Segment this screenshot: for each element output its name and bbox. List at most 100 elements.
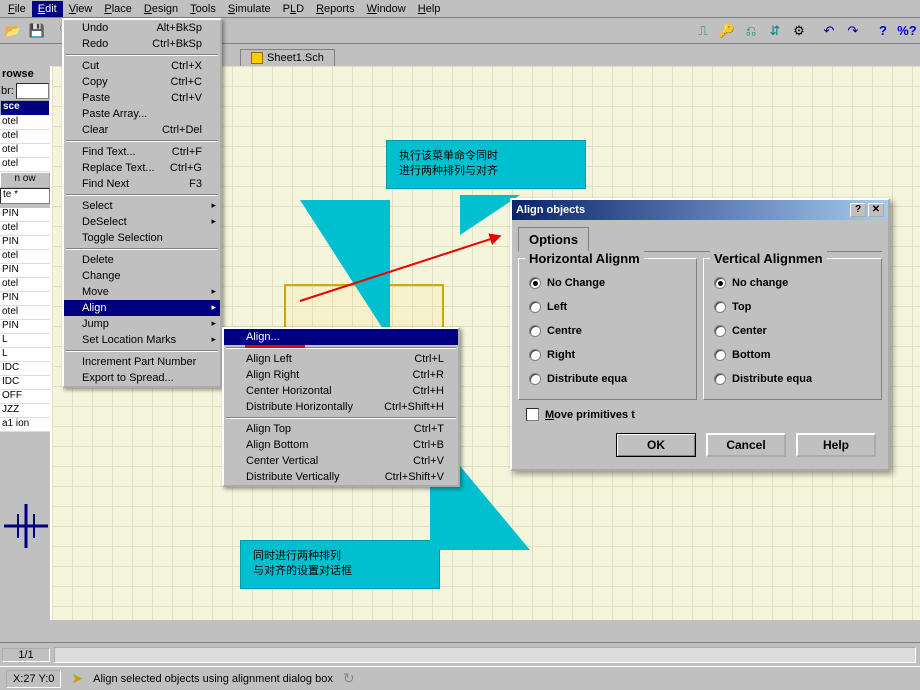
- mi-inc-part[interactable]: Increment Part Number: [64, 354, 220, 370]
- btn-n[interactable]: n ow: [0, 172, 50, 188]
- list-item[interactable]: L: [0, 348, 50, 362]
- mi-align-left[interactable]: Align LeftCtrl+L: [224, 351, 458, 367]
- mi-paste[interactable]: PasteCtrl+V: [64, 90, 220, 106]
- list-header-selected[interactable]: sce: [0, 100, 50, 116]
- mi-align-dialog[interactable]: Align...: [224, 329, 458, 345]
- radio-h-right[interactable]: Right: [527, 343, 688, 367]
- dialog-help-button[interactable]: ?: [850, 203, 866, 217]
- mi-find[interactable]: Find Text...Ctrl+F: [64, 144, 220, 160]
- radio-v-distribute[interactable]: Distribute equa: [712, 367, 873, 391]
- mi-move[interactable]: Move: [64, 284, 220, 300]
- menu-file[interactable]: File: [2, 1, 32, 17]
- undo-icon[interactable]: ↶: [818, 20, 840, 42]
- repeat-icon: ↻: [343, 670, 355, 687]
- mi-setloc[interactable]: Set Location Marks: [64, 332, 220, 348]
- key-icon[interactable]: 🔑: [716, 20, 738, 42]
- menu-place[interactable]: Place: [98, 1, 138, 17]
- menu-view[interactable]: View: [63, 1, 99, 17]
- mi-paste-array[interactable]: Paste Array...: [64, 106, 220, 122]
- mi-change[interactable]: Change: [64, 268, 220, 284]
- mi-copy[interactable]: CopyCtrl+C: [64, 74, 220, 90]
- mi-distribute-vertical[interactable]: Distribute VerticallyCtrl+Shift+V: [224, 469, 458, 485]
- radio-h-distribute[interactable]: Distribute equa: [527, 367, 688, 391]
- br-combo[interactable]: [16, 83, 49, 99]
- list-item[interactable]: JZZ: [0, 404, 50, 418]
- sheet-nav-bar: 1/1: [0, 642, 920, 666]
- mi-select[interactable]: Select: [64, 198, 220, 214]
- list-item[interactable]: otel: [0, 158, 50, 172]
- list-item[interactable]: otel: [0, 306, 50, 320]
- list-item[interactable]: a1 ion: [0, 418, 50, 432]
- mi-align-top[interactable]: Align TopCtrl+T: [224, 421, 458, 437]
- mi-replace[interactable]: Replace Text...Ctrl+G: [64, 160, 220, 176]
- save-icon[interactable]: 💾: [26, 20, 48, 42]
- menu-tools[interactable]: Tools: [184, 1, 222, 17]
- menu-reports[interactable]: Reports: [310, 1, 361, 17]
- mi-center-vertical[interactable]: Center VerticalCtrl+V: [224, 453, 458, 469]
- list-item[interactable]: L: [0, 334, 50, 348]
- mi-toggle[interactable]: Toggle Selection: [64, 230, 220, 246]
- horizontal-scrollbar[interactable]: [54, 647, 916, 663]
- radio-v-nochange[interactable]: No change: [712, 271, 873, 295]
- radio-v-center[interactable]: Center: [712, 319, 873, 343]
- list-item[interactable]: PIN: [0, 292, 50, 306]
- mi-cut[interactable]: CutCtrl+X: [64, 58, 220, 74]
- mi-clear[interactable]: ClearCtrl+Del: [64, 122, 220, 138]
- mi-undo[interactable]: UndoAlt+BkSp: [64, 20, 220, 36]
- dialog-close-button[interactable]: ✕: [868, 203, 884, 217]
- radio-v-bottom[interactable]: Bottom: [712, 343, 873, 367]
- list-item[interactable]: IDC: [0, 376, 50, 390]
- menu-edit[interactable]: Edit: [32, 1, 63, 17]
- mi-deselect[interactable]: DeSelect: [64, 214, 220, 230]
- list-item[interactable]: PIN: [0, 208, 50, 222]
- page-indicator[interactable]: 1/1: [2, 648, 50, 662]
- list-item[interactable]: PIN: [0, 264, 50, 278]
- updown-icon[interactable]: ⇵: [764, 20, 786, 42]
- tool-icon[interactable]: ⚙: [788, 20, 810, 42]
- mi-center-horizontal[interactable]: Center HorizontalCtrl+H: [224, 383, 458, 399]
- mi-find-next[interactable]: Find NextF3: [64, 176, 220, 192]
- list-item[interactable]: otel: [0, 116, 50, 130]
- list-item[interactable]: IDC: [0, 362, 50, 376]
- mi-align[interactable]: Align: [64, 300, 220, 316]
- radio-v-top[interactable]: Top: [712, 295, 873, 319]
- annotation-callout-1: 执行该菜单命令同时进行两种排列与对齐: [386, 140, 586, 189]
- radio-h-centre[interactable]: Centre: [527, 319, 688, 343]
- mi-jump[interactable]: Jump: [64, 316, 220, 332]
- ok-button[interactable]: OK: [616, 433, 696, 457]
- menu-help[interactable]: Help: [412, 1, 447, 17]
- dialog-titlebar[interactable]: Align objects ? ✕: [512, 200, 888, 220]
- menu-design[interactable]: Design: [138, 1, 184, 17]
- list-item[interactable]: otel: [0, 250, 50, 264]
- help-icon[interactable]: ?: [872, 20, 894, 42]
- tab-options[interactable]: Options: [518, 227, 589, 252]
- cancel-button[interactable]: Cancel: [706, 433, 786, 457]
- radio-h-left[interactable]: Left: [527, 295, 688, 319]
- list-item[interactable]: otel: [0, 278, 50, 292]
- mi-redo[interactable]: RedoCtrl+BkSp: [64, 36, 220, 52]
- mi-distribute-horizontal[interactable]: Distribute HorizontallyCtrl+Shift+H: [224, 399, 458, 415]
- open-icon[interactable]: 📂: [2, 20, 24, 42]
- list-item[interactable]: OFF: [0, 390, 50, 404]
- checkbox-move-primitives[interactable]: Move primitives t: [518, 400, 882, 423]
- help-button[interactable]: Help: [796, 433, 876, 457]
- list-item[interactable]: otel: [0, 130, 50, 144]
- menu-window[interactable]: Window: [361, 1, 412, 17]
- list-item[interactable]: PIN: [0, 320, 50, 334]
- list-item[interactable]: PIN: [0, 236, 50, 250]
- radio-h-nochange[interactable]: No Change: [527, 271, 688, 295]
- tab-sheet1[interactable]: Sheet1.Sch: [240, 49, 335, 66]
- menu-pld[interactable]: PLD: [277, 1, 310, 17]
- filter-input[interactable]: te *: [0, 188, 50, 204]
- mi-align-bottom[interactable]: Align BottomCtrl+B: [224, 437, 458, 453]
- mi-align-right[interactable]: Align RightCtrl+R: [224, 367, 458, 383]
- list-item[interactable]: otel: [0, 144, 50, 158]
- mi-export-spread[interactable]: Export to Spread...: [64, 370, 220, 386]
- menu-simulate[interactable]: Simulate: [222, 1, 277, 17]
- hierarchy-icon[interactable]: ⎍: [692, 20, 714, 42]
- browse-icon[interactable]: ⎌: [740, 20, 762, 42]
- redo-icon[interactable]: ↷: [842, 20, 864, 42]
- list-item[interactable]: otel: [0, 222, 50, 236]
- whatsthis-icon[interactable]: %?: [896, 20, 918, 42]
- mi-delete[interactable]: Delete: [64, 252, 220, 268]
